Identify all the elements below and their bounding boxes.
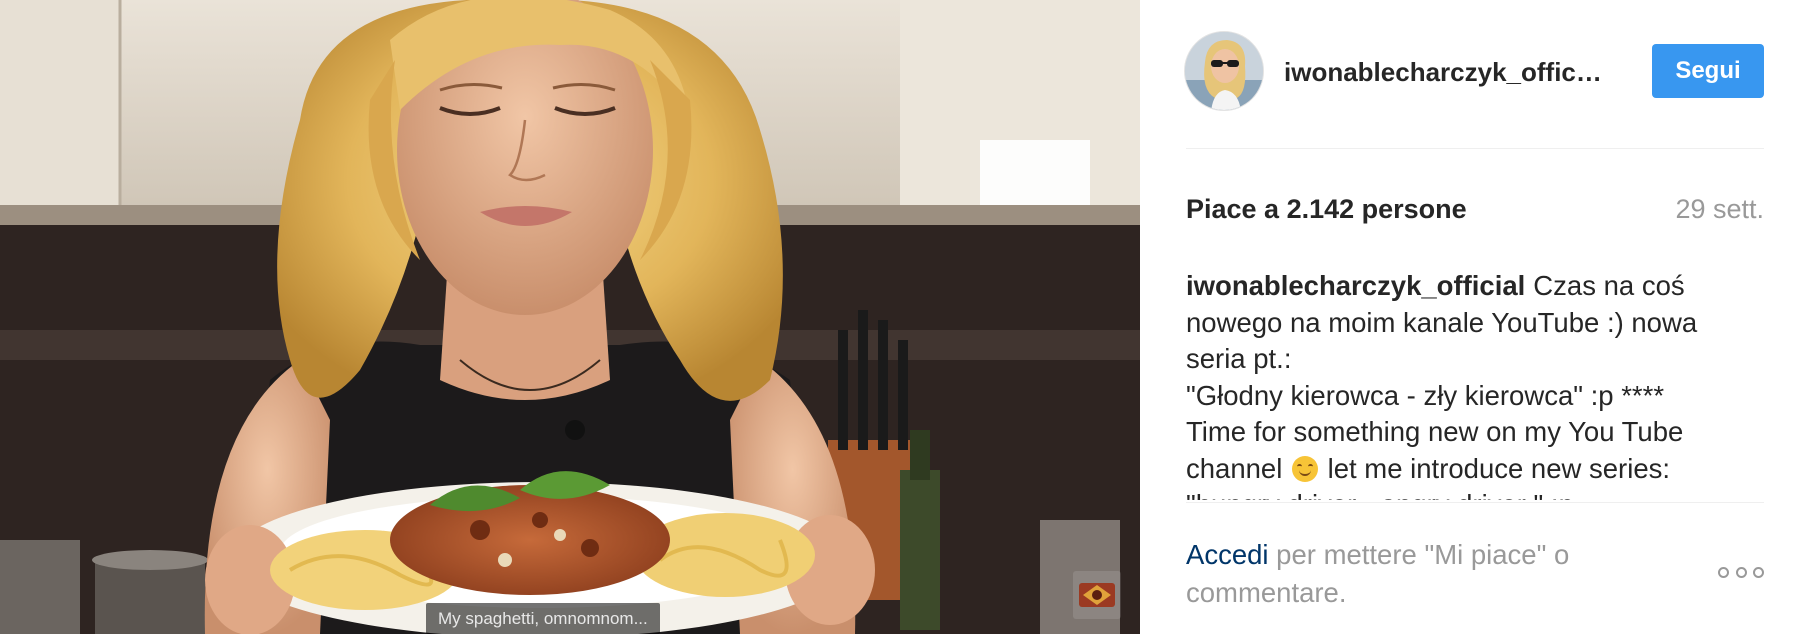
post-sidebar: iwonablecharczyk_official Segui Piace a …: [1140, 0, 1798, 634]
caption-line: let me introduce new series:: [1319, 452, 1671, 484]
caption-line: Time for something new on my You Tube: [1186, 416, 1684, 447]
caption-line: "Głodny kierowca - zły kierowca" :p ****: [1186, 379, 1665, 411]
caption-username[interactable]: iwonablecharczyk_official: [1186, 270, 1525, 301]
login-link[interactable]: Accedi: [1186, 539, 1269, 570]
post-media[interactable]: My spaghetti, omnomnom...: [0, 0, 1140, 634]
caption-line: "hungry driver - angry driver " :p: [1186, 487, 1764, 500]
likes-count[interactable]: Piace a 2.142 persone: [1186, 192, 1467, 226]
video-subtitle: My spaghetti, omnomnom...: [426, 603, 660, 634]
post-stats: Piace a 2.142 persone 29 sett.: [1186, 192, 1764, 226]
post-photo: [0, 0, 1140, 634]
caption-scroll-area[interactable]: iwonablecharczyk_official Czas na coś now…: [1186, 268, 1764, 500]
smiling-face-emoji-icon: [1291, 455, 1318, 482]
caption-line: Czas na coś: [1533, 270, 1685, 301]
post-footer: Accedi per mettere "Mi piace" o commenta…: [1186, 536, 1764, 616]
profile-avatar-icon[interactable]: [1184, 31, 1264, 111]
more-options-icon[interactable]: [1718, 562, 1764, 582]
follow-button[interactable]: Segui: [1652, 44, 1764, 98]
caption-line: channel: [1186, 452, 1283, 484]
channel-logo-icon: [1073, 571, 1121, 619]
post-caption: iwonablecharczyk_official Czas na coś now…: [1186, 268, 1764, 500]
caption-line: seria pt.:: [1186, 343, 1292, 374]
post-header: iwonablecharczyk_official Segui: [1140, 0, 1798, 148]
login-prompt: Accedi per mettere "Mi piace" o commenta…: [1186, 536, 1656, 612]
caption-line: nowego na moim kanale YouTube :) nowa: [1186, 306, 1698, 338]
footer-divider: [1186, 502, 1764, 503]
profile-username[interactable]: iwonablecharczyk_official: [1284, 56, 1604, 88]
header-divider: [1186, 148, 1764, 149]
post-date[interactable]: 29 sett.: [1675, 192, 1764, 226]
